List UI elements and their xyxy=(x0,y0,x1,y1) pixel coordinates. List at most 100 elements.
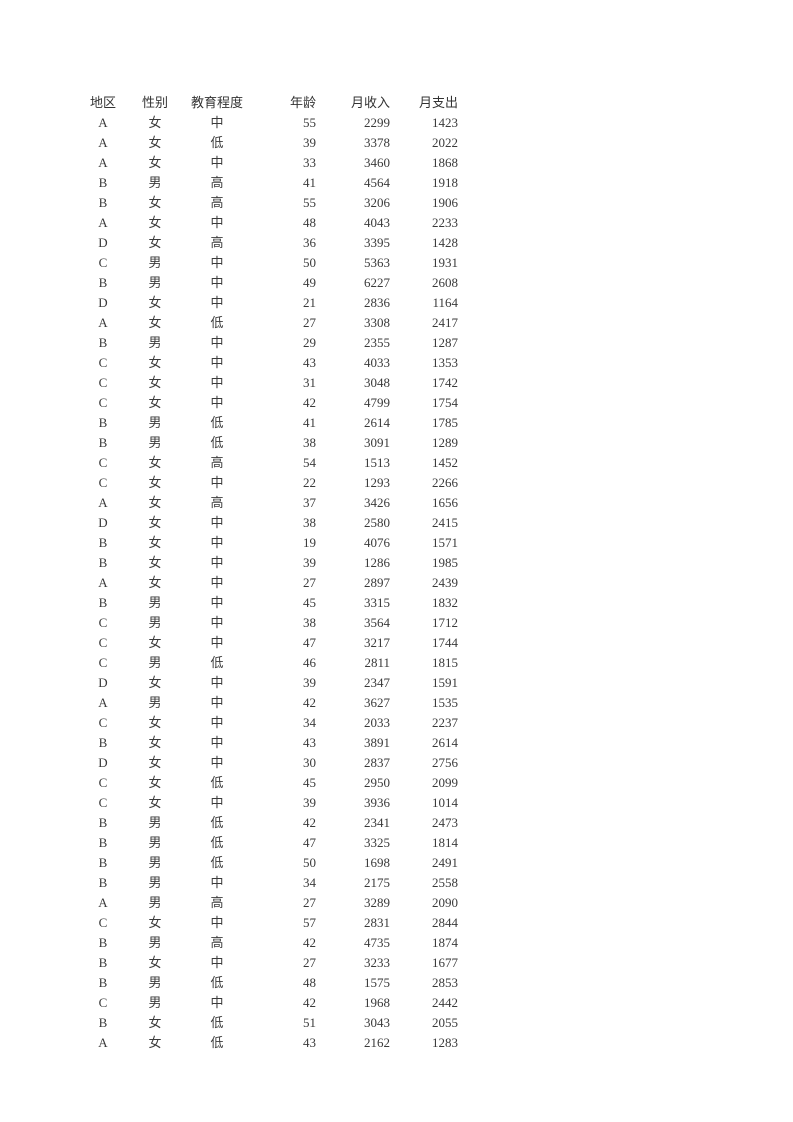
cell-gender: 女 xyxy=(148,194,162,210)
cell-income: 3043 xyxy=(364,1014,390,1030)
table-row: B 男 低 38 3091 1289 xyxy=(76,432,458,452)
cell-region: B xyxy=(98,954,108,970)
cell-age: 37 xyxy=(303,494,316,510)
cell-expense: 1742 xyxy=(432,374,458,390)
table-header: 地区 性别 教育程度 年龄 月收入 月支出 xyxy=(76,92,458,112)
cell-region: B xyxy=(98,414,108,430)
cell-expense: 1785 xyxy=(432,414,458,430)
cell-gender: 女 xyxy=(148,754,162,770)
cell-age: 48 xyxy=(303,974,316,990)
cell-edu: 中 xyxy=(210,914,224,930)
cell-expense: 1571 xyxy=(432,534,458,550)
cell-expense: 2844 xyxy=(432,914,458,930)
cell-income: 3564 xyxy=(364,614,390,630)
cell-region: B xyxy=(98,174,108,190)
cell-gender: 男 xyxy=(148,834,162,850)
cell-expense: 2237 xyxy=(432,714,458,730)
cell-expense: 2022 xyxy=(432,134,458,150)
cell-edu: 中 xyxy=(210,394,224,410)
cell-gender: 女 xyxy=(148,674,162,690)
cell-age: 27 xyxy=(303,894,316,910)
cell-gender: 男 xyxy=(148,814,162,830)
cell-income: 1293 xyxy=(364,474,390,490)
cell-gender: 女 xyxy=(148,474,162,490)
cell-region: B xyxy=(98,594,108,610)
cell-edu: 中 xyxy=(210,734,224,750)
cell-age: 21 xyxy=(303,294,316,310)
cell-income: 2897 xyxy=(364,574,390,590)
cell-gender: 女 xyxy=(148,114,162,130)
cell-region: B xyxy=(98,974,108,990)
cell-age: 42 xyxy=(303,694,316,710)
cell-gender: 男 xyxy=(148,654,162,670)
cell-region: D xyxy=(98,234,108,250)
cell-edu: 中 xyxy=(210,214,224,230)
cell-edu: 高 xyxy=(210,494,224,510)
cell-expense: 2099 xyxy=(432,774,458,790)
cell-edu: 低 xyxy=(210,314,224,330)
cell-gender: 男 xyxy=(148,934,162,950)
cell-edu: 中 xyxy=(210,794,224,810)
cell-income: 2831 xyxy=(364,914,390,930)
cell-age: 57 xyxy=(303,914,316,930)
column-header-gender: 性别 xyxy=(141,94,168,110)
cell-edu: 低 xyxy=(210,134,224,150)
cell-edu: 高 xyxy=(210,894,224,910)
cell-expense: 1918 xyxy=(432,174,458,190)
cell-gender: 女 xyxy=(148,494,162,510)
table-row: B 女 中 43 3891 2614 xyxy=(76,732,458,752)
cell-income: 4735 xyxy=(364,934,390,950)
cell-gender: 女 xyxy=(148,714,162,730)
cell-region: D xyxy=(98,294,108,310)
table-row: C 男 中 42 1968 2442 xyxy=(76,992,458,1012)
cell-income: 3315 xyxy=(364,594,390,610)
cell-expense: 2558 xyxy=(432,874,458,890)
cell-expense: 1656 xyxy=(432,494,458,510)
cell-income: 3891 xyxy=(364,734,390,750)
cell-region: A xyxy=(98,694,108,710)
cell-age: 27 xyxy=(303,954,316,970)
cell-expense: 1744 xyxy=(432,634,458,650)
cell-age: 47 xyxy=(303,834,316,850)
cell-region: C xyxy=(98,654,108,670)
cell-income: 1513 xyxy=(364,454,390,470)
cell-income: 2950 xyxy=(364,774,390,790)
cell-region: A xyxy=(98,154,108,170)
cell-region: A xyxy=(98,1034,108,1050)
cell-region: C xyxy=(98,614,108,630)
table-row: B 男 低 41 2614 1785 xyxy=(76,412,458,432)
data-table: 地区 性别 教育程度 年龄 月收入 月支出 A 女中 55 2299 1423 A 女低 39 3378 2… xyxy=(76,92,458,1052)
cell-income: 4033 xyxy=(364,354,390,370)
cell-expense: 2090 xyxy=(432,894,458,910)
cell-age: 45 xyxy=(303,774,316,790)
cell-age: 50 xyxy=(303,854,316,870)
cell-expense: 2055 xyxy=(432,1014,458,1030)
cell-edu: 中 xyxy=(210,114,224,130)
column-header-income: 月收入 xyxy=(350,94,390,110)
cell-age: 43 xyxy=(303,1034,316,1050)
cell-age: 39 xyxy=(303,794,316,810)
cell-income: 4043 xyxy=(364,214,390,230)
cell-gender: 女 xyxy=(148,294,162,310)
cell-region: B xyxy=(98,274,108,290)
table-row: B 男 中 34 2175 2558 xyxy=(76,872,458,892)
cell-region: A xyxy=(98,894,108,910)
cell-region: A xyxy=(98,574,108,590)
table-row: B 男 中 29 2355 1287 xyxy=(76,332,458,352)
cell-gender: 女 xyxy=(148,1034,162,1050)
cell-expense: 2491 xyxy=(432,854,458,870)
cell-gender: 男 xyxy=(148,174,162,190)
table-row: C 女 中 47 3217 1744 xyxy=(76,632,458,652)
cell-edu: 高 xyxy=(210,234,224,250)
table-row: C 女 中 57 2831 2844 xyxy=(76,912,458,932)
table-row: C 女 中 39 3936 1014 xyxy=(76,792,458,812)
cell-income: 2162 xyxy=(364,1034,390,1050)
cell-gender: 女 xyxy=(148,734,162,750)
cell-gender: 男 xyxy=(148,694,162,710)
cell-income: 2580 xyxy=(364,514,390,530)
cell-edu: 低 xyxy=(210,854,224,870)
cell-age: 34 xyxy=(303,714,316,730)
cell-age: 30 xyxy=(303,754,316,770)
cell-income: 2836 xyxy=(364,294,390,310)
cell-region: B xyxy=(98,834,108,850)
